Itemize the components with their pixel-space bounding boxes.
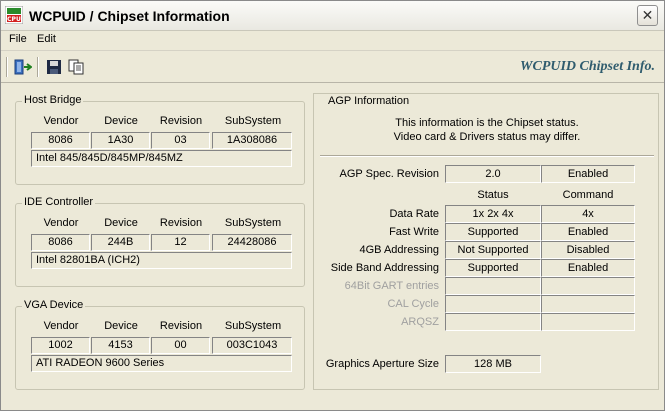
graphics-aperture-size-value: 128 MB <box>445 355 541 373</box>
arqsz-command <box>541 313 635 331</box>
4gb-addressing-status: Not Supported <box>445 241 541 259</box>
svg-text:CPU: CPU <box>7 16 21 23</box>
host-bridge-device: 1A30 <box>91 132 150 149</box>
vga-device-description: ATI RADEON 9600 Series <box>31 355 292 372</box>
revision-header: Revision <box>159 115 203 127</box>
agp-spec-revision-label: AGP Spec. Revision <box>339 168 439 180</box>
fast-write-status: Supported <box>445 223 541 241</box>
copy-icon <box>68 59 84 75</box>
subsystem-header: SubSystem <box>224 115 282 127</box>
toolbar-separator <box>6 57 8 77</box>
host-bridge-group: Host Bridge Vendor Device Revision SubSy… <box>15 94 305 185</box>
cal-cycle-label: CAL Cycle <box>387 298 439 310</box>
4gb-addressing-label: 4GB Addressing <box>359 244 440 256</box>
exit-button[interactable] <box>13 57 33 77</box>
menu-edit[interactable]: Edit <box>37 33 56 45</box>
ide-controller-revision: 12 <box>151 234 210 251</box>
device-header: Device <box>104 320 138 332</box>
data-rate-label: Data Rate <box>389 208 439 220</box>
device-header: Device <box>104 115 138 127</box>
ide-controller-subsystem: 24428086 <box>212 234 292 251</box>
command-column-header: Command <box>562 189 614 201</box>
window-title: WCPUID / Chipset Information <box>29 8 230 24</box>
toolbar: WCPUID Chipset Info. <box>1 50 664 83</box>
cpu-app-icon: CPU <box>4 5 24 25</box>
host-bridge-vendor: 8086 <box>31 132 90 149</box>
4gb-addressing-command: Disabled <box>541 241 635 259</box>
host-bridge-description: Intel 845/845D/845MP/845MZ <box>31 150 292 167</box>
vendor-header: Vendor <box>43 115 79 127</box>
arqsz-label: ARQSZ <box>401 316 439 328</box>
side-band-addressing-command: Enabled <box>541 259 635 277</box>
divider <box>320 155 654 157</box>
close-button[interactable]: ✕ <box>637 5 658 26</box>
close-icon: ✕ <box>641 7 654 23</box>
vendor-header: Vendor <box>43 217 79 229</box>
status-column-header: Status <box>477 189 509 201</box>
subsystem-header: SubSystem <box>224 320 282 332</box>
title-bar[interactable]: CPU WCPUID / Chipset Information ✕ <box>1 1 664 31</box>
vga-device-device: 4153 <box>91 337 150 354</box>
side-band-addressing-label: Side Band Addressing <box>330 262 439 274</box>
ide-controller-vendor: 8086 <box>31 234 90 251</box>
revision-header: Revision <box>159 217 203 229</box>
data-rate-status: 1x 2x 4x <box>445 205 541 223</box>
graphics-aperture-size-label: Graphics Aperture Size <box>325 358 439 370</box>
toolbar-separator <box>37 57 39 77</box>
agp-information-panel: AGP Information This information is the … <box>313 93 659 390</box>
ide-controller-device: 244B <box>91 234 150 251</box>
arqsz-status <box>445 313 541 331</box>
agp-spec-revision-value: 2.0 <box>445 165 541 183</box>
agp-spec-revision-status: Enabled <box>541 165 635 183</box>
ide-controller-description: Intel 82801BA (ICH2) <box>31 252 292 269</box>
agp-information-label: AGP Information <box>326 95 412 107</box>
cal-cycle-command <box>541 295 635 313</box>
vga-device-revision: 00 <box>151 337 210 354</box>
side-band-addressing-status: Supported <box>445 259 541 277</box>
agp-note-line1: This information is the Chipset status. <box>395 117 579 129</box>
64bit-gart-entries-status <box>445 277 541 295</box>
vga-device-subsystem: 003C1043 <box>212 337 292 354</box>
host-bridge-revision: 03 <box>151 132 210 149</box>
copy-button[interactable] <box>66 57 86 77</box>
floppy-disk-icon <box>47 60 61 74</box>
vga-device-label: VGA Device <box>22 299 86 311</box>
64bit-gart-entries-command <box>541 277 635 295</box>
fast-write-label: Fast Write <box>389 226 439 238</box>
subsystem-header: SubSystem <box>224 217 282 229</box>
save-button[interactable] <box>44 57 64 77</box>
menu-file[interactable]: File <box>9 33 27 45</box>
fast-write-command: Enabled <box>541 223 635 241</box>
menu-bar: File Edit <box>1 31 664 49</box>
cal-cycle-status <box>445 295 541 313</box>
device-header: Device <box>104 217 138 229</box>
vga-device-group: VGA Device Vendor Device Revision SubSys… <box>15 299 305 390</box>
host-bridge-label: Host Bridge <box>22 94 84 106</box>
vendor-header: Vendor <box>43 320 79 332</box>
data-rate-command: 4x <box>541 205 635 223</box>
ide-controller-group: IDE Controller Vendor Device Revision Su… <box>15 196 305 287</box>
exit-icon <box>14 59 32 75</box>
agp-note-line2: Video card & Drivers status may differ. <box>393 131 581 143</box>
ide-controller-label: IDE Controller <box>22 196 96 208</box>
revision-header: Revision <box>159 320 203 332</box>
vga-device-vendor: 1002 <box>31 337 90 354</box>
host-bridge-subsystem: 1A308086 <box>212 132 292 149</box>
64bit-gart-entries-label: 64Bit GART entries <box>344 280 439 292</box>
brand-label: WCPUID Chipset Info. <box>520 59 655 74</box>
chipset-info-window: CPU WCPUID / Chipset Information ✕ File … <box>0 0 665 411</box>
